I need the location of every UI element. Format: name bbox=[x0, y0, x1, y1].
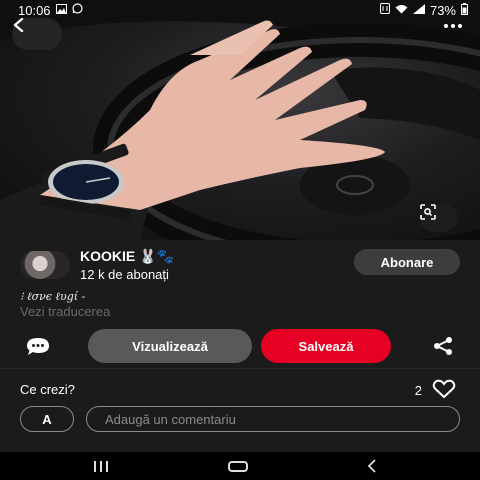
comments-prompt: Ce crezi? bbox=[20, 382, 75, 397]
more-options-icon[interactable] bbox=[444, 24, 462, 28]
status-bar: 10:06 73% bbox=[0, 0, 480, 20]
author-avatar[interactable] bbox=[20, 251, 70, 279]
heart-icon[interactable] bbox=[432, 379, 456, 402]
chevron-left-icon bbox=[13, 18, 24, 32]
reactions: 2 bbox=[415, 379, 456, 402]
battery-percent: 73% bbox=[429, 2, 456, 18]
image-icon bbox=[55, 3, 67, 17]
wifi-icon bbox=[395, 4, 408, 17]
user-avatar[interactable]: A bbox=[20, 406, 74, 432]
save-button[interactable]: Salvează bbox=[261, 329, 391, 363]
visual-search-button[interactable] bbox=[420, 204, 458, 232]
view-button[interactable]: Vizualizează bbox=[88, 329, 252, 363]
signal-icon bbox=[412, 3, 425, 17]
like-count: 2 bbox=[414, 383, 422, 398]
lens-icon bbox=[420, 204, 436, 220]
author-info[interactable]: KOOKIE 🐰🐾 12 k de abonați bbox=[20, 248, 174, 282]
battery-icon bbox=[461, 2, 468, 18]
back-button[interactable] bbox=[12, 18, 62, 50]
author-subscribers: 12 k de abonați bbox=[80, 267, 169, 282]
pin-photo bbox=[0, 0, 480, 240]
nfc-icon bbox=[379, 3, 390, 17]
home-icon[interactable] bbox=[228, 461, 248, 472]
whatsapp-icon bbox=[71, 3, 83, 17]
see-translation-link[interactable]: Vezi traducerea bbox=[20, 304, 110, 319]
comment-icon[interactable] bbox=[24, 336, 52, 363]
recents-icon[interactable] bbox=[94, 461, 108, 472]
follow-button[interactable]: Abonare bbox=[354, 249, 460, 275]
share-icon[interactable] bbox=[432, 336, 454, 361]
back-nav-icon[interactable] bbox=[366, 459, 378, 478]
system-nav-bar bbox=[0, 452, 480, 480]
status-time: 10:06 bbox=[18, 2, 51, 18]
comment-composer: A Adaugă un comentariu bbox=[20, 406, 460, 434]
pin-description: ⁝ ℓσνє ℓυgί - bbox=[20, 290, 86, 303]
pin-details: KOOKIE 🐰🐾 12 k de abonați Abonare ⁝ ℓσνє… bbox=[0, 240, 480, 452]
divider bbox=[0, 368, 480, 369]
pin-image[interactable] bbox=[0, 0, 480, 240]
action-bar: Vizualizează Salvează bbox=[0, 328, 480, 364]
comment-input[interactable]: Adaugă un comentariu bbox=[86, 406, 460, 432]
author-name: KOOKIE 🐰🐾 bbox=[80, 248, 174, 264]
